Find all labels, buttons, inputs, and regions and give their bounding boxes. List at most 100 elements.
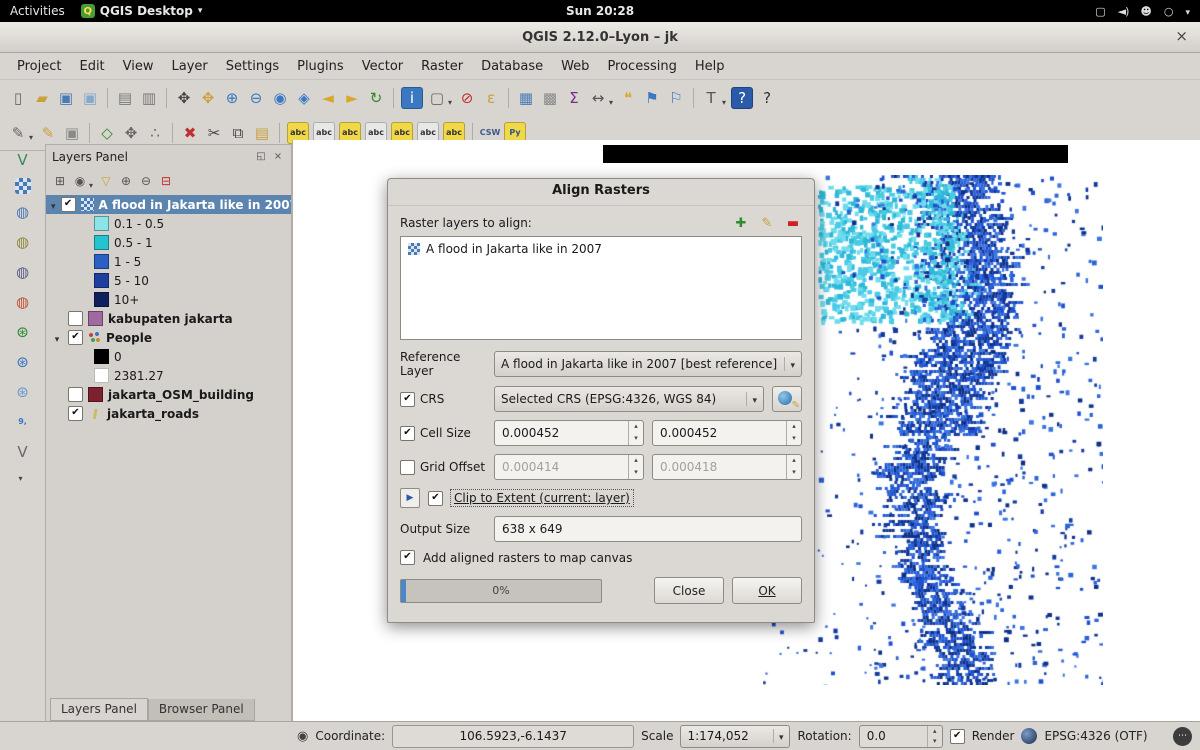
grid-offset-x-spinner[interactable]: 0.000414 bbox=[494, 454, 644, 480]
layer-row-a-flood-in-jakarta-like-in-2007[interactable]: A flood in Jakarta like in 2007 bbox=[46, 195, 291, 214]
zoom-last-icon[interactable]: ◄ bbox=[316, 86, 340, 110]
select-features-dropdown[interactable] bbox=[448, 94, 452, 109]
open-attribute-table-icon[interactable]: ▦ bbox=[514, 86, 538, 110]
spin-up-icon[interactable] bbox=[629, 421, 643, 433]
map-tips-icon[interactable]: ❝ bbox=[616, 86, 640, 110]
crs-globe-icon[interactable] bbox=[1021, 728, 1037, 744]
zoom-out-icon[interactable]: ⊖ bbox=[244, 86, 268, 110]
output-size-field[interactable]: 638 x 649 bbox=[494, 516, 802, 542]
raster-list-item[interactable]: A flood in Jakarta like in 2007 bbox=[404, 240, 798, 258]
spin-down-icon[interactable] bbox=[787, 433, 801, 445]
power-icon[interactable] bbox=[1164, 5, 1174, 18]
spin-down-icon[interactable] bbox=[928, 736, 942, 747]
undock-panel-icon[interactable]: ◱ bbox=[254, 150, 268, 164]
menu-plugins[interactable]: Plugins bbox=[288, 55, 353, 78]
field-calculator-icon[interactable]: ▩ bbox=[538, 86, 562, 110]
layer-checkbox[interactable] bbox=[68, 387, 83, 402]
user-icon[interactable] bbox=[1140, 5, 1151, 18]
show-bookmarks-icon[interactable]: ⚐ bbox=[664, 86, 688, 110]
tab-layers-panel[interactable]: Layers Panel bbox=[50, 698, 148, 721]
dialog-title[interactable]: Align Rasters bbox=[388, 179, 814, 206]
zoom-native-icon[interactable]: ◉ bbox=[268, 86, 292, 110]
select-by-expression-icon[interactable]: ε bbox=[479, 86, 503, 110]
render-checkbox[interactable] bbox=[950, 729, 965, 744]
crs-checkbox[interactable] bbox=[400, 392, 415, 407]
expander-icon[interactable] bbox=[51, 331, 63, 345]
layer-checkbox[interactable] bbox=[68, 406, 83, 421]
help-contents-icon[interactable]: ? bbox=[731, 87, 753, 109]
spin-up-icon[interactable] bbox=[787, 421, 801, 433]
pan-to-selection-icon[interactable]: ✥ bbox=[196, 86, 220, 110]
coordinate-input[interactable]: 106.5923,-6.1437 bbox=[392, 725, 634, 748]
filter-legend-icon[interactable]: ▽ bbox=[96, 171, 116, 191]
cell-size-x-spinner[interactable]: 0.000452 bbox=[494, 420, 644, 446]
clip-extent-label[interactable]: Clip to Extent (current: layer) bbox=[451, 490, 633, 506]
window-titlebar[interactable]: QGIS 2.12.0–Lyon – jk × bbox=[0, 22, 1200, 53]
app-menu-button[interactable]: Q QGIS Desktop ▾ bbox=[81, 4, 203, 18]
save-project-icon[interactable]: ▣ bbox=[54, 86, 78, 110]
new-bookmark-icon[interactable]: ⚑ bbox=[640, 86, 664, 110]
menu-layer[interactable]: Layer bbox=[163, 55, 217, 78]
crs-status[interactable]: EPSG:4326 (OTF) bbox=[1044, 729, 1147, 743]
add-mssql-layer-icon[interactable]: ◍ bbox=[11, 260, 35, 284]
coordinate-capture-icon[interactable] bbox=[297, 729, 308, 744]
grid-offset-checkbox[interactable] bbox=[400, 460, 415, 475]
raster-layers-list[interactable]: A flood in Jakarta like in 2007 bbox=[400, 236, 802, 340]
layer-row-jakarta-roads[interactable]: jakarta_roads bbox=[46, 404, 291, 423]
select-crs-button[interactable]: ✎ bbox=[772, 386, 802, 412]
layer-row-jakarta-osm-building[interactable]: jakarta_OSM_building bbox=[46, 385, 291, 404]
log-messages-button[interactable] bbox=[1173, 727, 1192, 746]
clip-extent-checkbox[interactable] bbox=[428, 491, 443, 506]
open-project-icon[interactable]: ▰ bbox=[30, 86, 54, 110]
refresh-map-icon[interactable]: ↻ bbox=[364, 86, 388, 110]
expander-icon[interactable] bbox=[51, 198, 56, 212]
manage-layer-visibility-icon[interactable]: ◉ bbox=[70, 171, 90, 191]
layer-row-people[interactable]: People bbox=[46, 328, 291, 347]
new-project-icon[interactable]: ▯ bbox=[6, 86, 30, 110]
layer-row-0[interactable]: 0 bbox=[46, 347, 291, 366]
menu-web[interactable]: Web bbox=[552, 55, 598, 78]
system-menu-caret-icon[interactable] bbox=[1185, 5, 1190, 18]
add-spatialite-layer-icon[interactable]: ◍ bbox=[11, 230, 35, 254]
rotation-spinner[interactable]: 0.0 bbox=[859, 725, 943, 748]
whats-this-icon[interactable]: ? bbox=[755, 86, 779, 110]
layer-row-0-1-0-5[interactable]: 0.1 - 0.5 bbox=[46, 214, 291, 233]
cell-size-checkbox[interactable] bbox=[400, 426, 415, 441]
layer-row-2381-27[interactable]: 2381.27 bbox=[46, 366, 291, 385]
cell-size-y-spinner[interactable]: 0.000452 bbox=[652, 420, 802, 446]
text-annotation-icon[interactable]: T bbox=[699, 86, 723, 110]
text-annotation-dropdown[interactable] bbox=[722, 94, 726, 109]
reference-layer-select[interactable]: A flood in Jakarta like in 2007 [best re… bbox=[494, 351, 802, 377]
deselect-features-icon[interactable]: ⊘ bbox=[455, 86, 479, 110]
spin-down-icon[interactable] bbox=[629, 433, 643, 445]
layer-row-kabupaten-jakarta[interactable]: kabupaten jakarta bbox=[46, 309, 291, 328]
new-shapefile-layer-dropdown[interactable] bbox=[18, 470, 22, 485]
clip-extent-expander-button[interactable] bbox=[400, 488, 420, 508]
measure-icon[interactable]: ↔ bbox=[586, 86, 610, 110]
layer-checkbox[interactable] bbox=[68, 330, 83, 345]
select-features-icon[interactable]: ▢ bbox=[425, 86, 449, 110]
tab-browser-panel[interactable]: Browser Panel bbox=[148, 699, 255, 721]
menu-view[interactable]: View bbox=[114, 55, 163, 78]
activities-button[interactable]: Activities bbox=[10, 4, 65, 18]
measure-dropdown[interactable] bbox=[609, 94, 613, 109]
layer-checkbox[interactable] bbox=[68, 311, 83, 326]
ok-button[interactable]: OK bbox=[732, 577, 802, 604]
zoom-in-icon[interactable]: ⊕ bbox=[220, 86, 244, 110]
add-oracle-layer-icon[interactable]: ◍ bbox=[11, 290, 35, 314]
statistical-summary-icon[interactable]: Σ bbox=[562, 86, 586, 110]
identify-features-icon[interactable]: i bbox=[401, 87, 423, 109]
remove-raster-icon[interactable]: ▬ bbox=[784, 214, 802, 232]
add-wfs-layer-icon[interactable]: ⊛ bbox=[11, 380, 35, 404]
composer-manager-icon[interactable]: ▥ bbox=[137, 86, 161, 110]
expand-all-icon[interactable]: ⊕ bbox=[116, 171, 136, 191]
menu-database[interactable]: Database bbox=[472, 55, 552, 78]
menu-project[interactable]: Project bbox=[8, 55, 70, 78]
close-button[interactable]: Close bbox=[654, 577, 724, 604]
save-project-as-icon[interactable]: ▣ bbox=[78, 86, 102, 110]
grid-offset-y-spinner[interactable]: 0.000418 bbox=[652, 454, 802, 480]
remove-layer-icon[interactable]: ⊟ bbox=[156, 171, 176, 191]
menu-vector[interactable]: Vector bbox=[353, 55, 412, 78]
add-delimited-text-layer-icon[interactable]: 9, bbox=[11, 410, 35, 434]
menu-help[interactable]: Help bbox=[686, 55, 734, 78]
